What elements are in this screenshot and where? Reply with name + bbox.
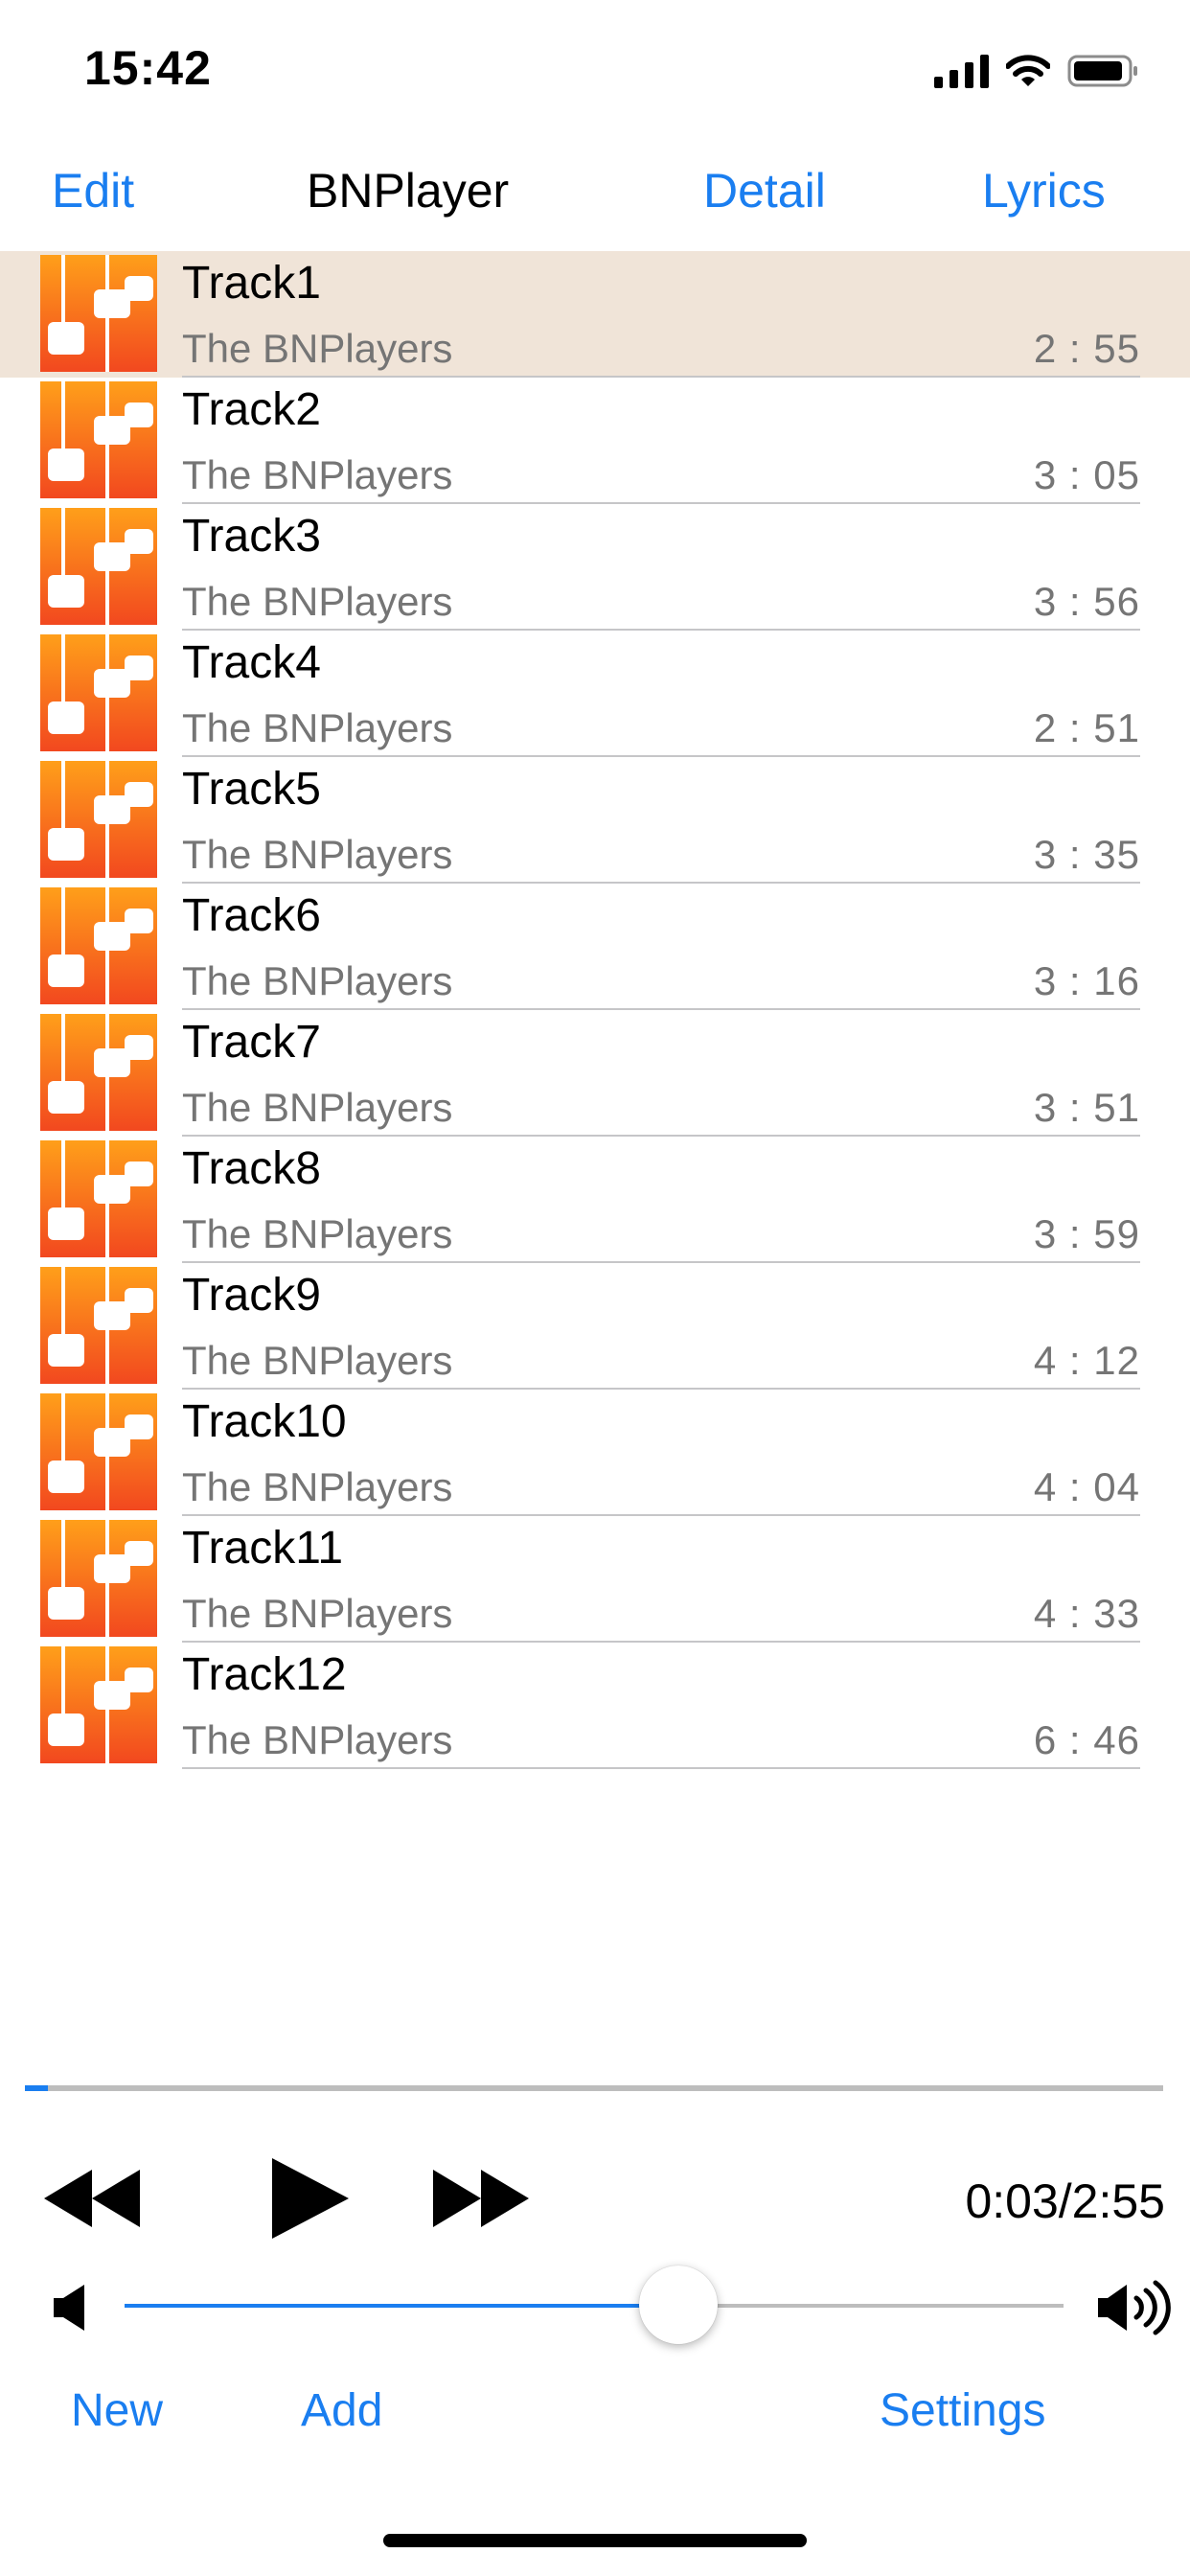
album-art-icon (40, 1140, 157, 1257)
album-art-icon (40, 1393, 157, 1510)
track-artist: The BNPlayers (182, 1338, 453, 1383)
track-duration: 3 : 56 (1033, 579, 1140, 624)
track-artist: The BNPlayers (182, 705, 453, 750)
track-artist: The BNPlayers (182, 1085, 453, 1130)
volume-slider[interactable] (125, 2266, 1064, 2344)
album-art-icon (40, 381, 157, 498)
page-title: BNPlayer (307, 164, 510, 218)
track-duration: 3 : 35 (1033, 832, 1140, 877)
album-art-icon (40, 1267, 157, 1384)
track-title: Track8 (182, 1143, 321, 1194)
rewind-icon[interactable] (44, 2170, 140, 2227)
track-title: Track4 (182, 637, 321, 688)
track-title: Track10 (182, 1396, 347, 1447)
album-art-icon (40, 887, 157, 1004)
track-duration: 4 : 33 (1033, 1591, 1140, 1636)
track-artist: The BNPlayers (182, 1591, 453, 1636)
album-art-icon (40, 1520, 157, 1637)
wifi-icon (1006, 55, 1050, 86)
volume-control (0, 2262, 1190, 2348)
album-art-icon (40, 1014, 157, 1131)
track-row[interactable]: Track8 The BNPlayers 3 : 59 (0, 1137, 1190, 1263)
track-duration: 4 : 04 (1033, 1464, 1140, 1509)
cellular-signal-icon (934, 54, 989, 88)
track-row[interactable]: Track10 The BNPlayers 4 : 04 (0, 1390, 1190, 1516)
track-artist: The BNPlayers (182, 1211, 453, 1256)
battery-icon (1067, 55, 1137, 87)
volume-low-icon (54, 2285, 84, 2331)
track-duration: 4 : 12 (1033, 1338, 1140, 1383)
lyrics-button[interactable]: Lyrics (982, 163, 1106, 218)
track-artist: The BNPlayers (182, 958, 453, 1003)
transport-controls: 0:03/2:55 (0, 2150, 1190, 2246)
track-row[interactable]: Track11 The BNPlayers 4 : 33 (0, 1516, 1190, 1643)
album-art-icon (40, 761, 157, 878)
album-art-icon (40, 255, 157, 372)
track-title: Track2 (182, 384, 321, 435)
album-art-icon (40, 634, 157, 751)
play-icon[interactable] (268, 2158, 349, 2239)
track-title: Track9 (182, 1270, 321, 1321)
track-artist: The BNPlayers (182, 326, 453, 371)
edit-button[interactable]: Edit (52, 163, 134, 218)
track-title: Track12 (182, 1649, 347, 1700)
album-art-icon (40, 508, 157, 625)
fast-forward-icon[interactable] (433, 2170, 529, 2227)
home-indicator (383, 2534, 807, 2547)
track-duration: 3 : 16 (1033, 958, 1140, 1003)
detail-button[interactable]: Detail (703, 163, 826, 218)
track-row[interactable]: Track2 The BNPlayers 3 : 05 (0, 378, 1190, 504)
playback-progress-bar[interactable] (25, 2085, 1163, 2091)
track-artist: The BNPlayers (182, 832, 453, 877)
volume-high-icon (1098, 2280, 1171, 2335)
track-duration: 3 : 59 (1033, 1211, 1140, 1256)
playback-progress-fill (25, 2085, 48, 2091)
track-row[interactable]: Track12 The BNPlayers 6 : 46 (0, 1643, 1190, 1769)
nav-bar: Edit BNPlayer Detail Lyrics (0, 144, 1190, 240)
row-separator (182, 1767, 1140, 1769)
track-artist: The BNPlayers (182, 579, 453, 624)
bottom-toolbar: New Add Settings (0, 2375, 1190, 2451)
track-artist: The BNPlayers (182, 1717, 453, 1762)
track-duration: 3 : 51 (1033, 1085, 1140, 1130)
track-duration: 3 : 05 (1033, 452, 1140, 497)
status-time: 15:42 (84, 41, 212, 95)
track-row[interactable]: Track1 The BNPlayers 2 : 55 (0, 251, 1190, 378)
status-bar: 15:42 (0, 0, 1190, 134)
track-row[interactable]: Track5 The BNPlayers 3 : 35 (0, 757, 1190, 884)
track-title: Track3 (182, 511, 321, 562)
volume-slider-fill (125, 2304, 679, 2308)
track-row[interactable]: Track4 The BNPlayers 2 : 51 (0, 631, 1190, 757)
track-duration: 6 : 46 (1033, 1717, 1140, 1762)
settings-button[interactable]: Settings (880, 2384, 1045, 2437)
add-button[interactable]: Add (301, 2384, 382, 2437)
track-row[interactable]: Track7 The BNPlayers 3 : 51 (0, 1010, 1190, 1137)
album-art-icon (40, 1646, 157, 1763)
track-title: Track6 (182, 890, 321, 941)
track-artist: The BNPlayers (182, 452, 453, 497)
volume-slider-thumb[interactable] (639, 2266, 719, 2344)
track-row[interactable]: Track9 The BNPlayers 4 : 12 (0, 1263, 1190, 1390)
track-list: Track1 The BNPlayers 2 : 55 Track2 The B… (0, 251, 1190, 1769)
track-title: Track1 (182, 258, 321, 309)
track-row[interactable]: Track3 The BNPlayers 3 : 56 (0, 504, 1190, 631)
track-row[interactable]: Track6 The BNPlayers 3 : 16 (0, 884, 1190, 1010)
time-readout: 0:03/2:55 (965, 2174, 1165, 2228)
track-duration: 2 : 51 (1033, 705, 1140, 750)
track-artist: The BNPlayers (182, 1464, 453, 1509)
new-button[interactable]: New (71, 2384, 163, 2437)
track-title: Track7 (182, 1017, 321, 1068)
track-duration: 2 : 55 (1033, 326, 1140, 371)
track-title: Track5 (182, 764, 321, 815)
track-title: Track11 (182, 1523, 344, 1574)
status-icons (934, 50, 1140, 88)
